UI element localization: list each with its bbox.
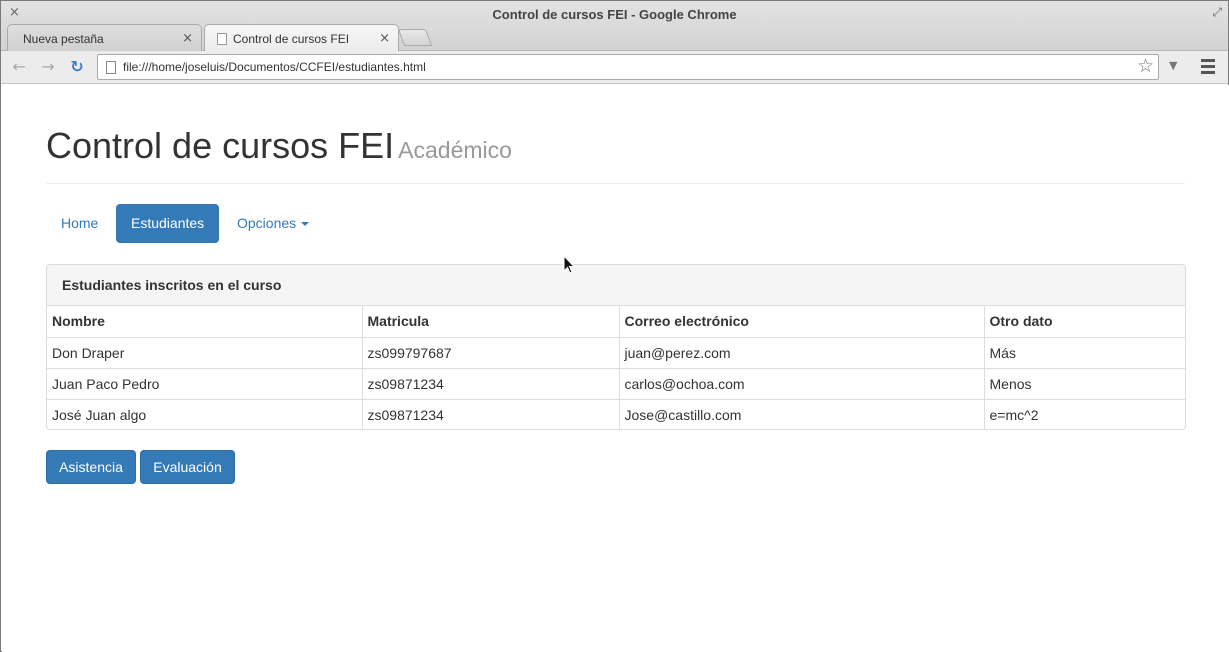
cell-matricula: zs099797687: [362, 337, 620, 369]
window-title: Control de cursos FEI - Google Chrome: [492, 7, 737, 22]
forward-icon[interactable]: →: [37, 56, 59, 78]
page-icon: [217, 33, 227, 45]
tab-nueva-pestana[interactable]: Nueva pestaña ×: [7, 24, 202, 51]
students-panel: Estudiantes inscritos en el curso Nombre…: [46, 264, 1186, 430]
browser-window: × Control de cursos FEI - Google Chrome …: [0, 0, 1229, 652]
column-header: Correo electrónico: [619, 306, 985, 338]
browser-toolbar: ← → ↻ file:///home/joseluis/Documentos/C…: [1, 51, 1228, 84]
cell-nombre: Juan Paco Pedro: [47, 368, 363, 400]
table-row: Don Draper zs099797687 juan@perez.com Má…: [47, 337, 1185, 369]
table-row: José Juan algo zs09871234 Jose@castillo.…: [47, 399, 1185, 429]
new-tab-button[interactable]: [397, 29, 433, 46]
asistencia-button[interactable]: Asistencia: [46, 450, 136, 484]
nav-home[interactable]: Home: [46, 204, 113, 243]
bookmark-star-icon[interactable]: ☆: [1137, 55, 1154, 77]
back-icon[interactable]: ←: [8, 56, 30, 78]
nav-estudiantes[interactable]: Estudiantes: [116, 204, 220, 243]
url-text: file:///home/joseluis/Documentos/CCFEI/e…: [123, 60, 426, 74]
page-title: Control de cursos FEI: [46, 125, 395, 166]
hamburger-menu-icon[interactable]: [1201, 59, 1215, 77]
column-header: Matricula: [362, 306, 620, 338]
tab-close-icon[interactable]: ×: [182, 31, 193, 46]
cell-nombre: José Juan algo: [47, 399, 363, 429]
column-header: Otro dato: [984, 306, 1185, 338]
cell-nombre: Don Draper: [47, 337, 363, 369]
cell-otro-dato: Menos: [984, 368, 1185, 400]
dropdown-arrow-icon[interactable]: ▼: [1169, 59, 1177, 72]
evaluacion-button[interactable]: Evaluación: [140, 450, 235, 484]
title-bar: × Control de cursos FEI - Google Chrome …: [1, 1, 1228, 52]
cell-matricula: zs09871234: [362, 399, 620, 429]
cell-matricula: zs09871234: [362, 368, 620, 400]
page-header: Control de cursos FEI Académico: [46, 125, 1185, 184]
page-icon: [106, 61, 116, 74]
nav-opciones[interactable]: Opciones: [222, 204, 324, 243]
panel-heading: Estudiantes inscritos en el curso: [47, 265, 1185, 306]
caret-down-icon: [301, 222, 310, 227]
tab-close-icon[interactable]: ×: [379, 31, 390, 46]
reload-icon[interactable]: ↻: [66, 56, 88, 78]
students-table: Nombre Matricula Correo electrónico Otro…: [47, 306, 1185, 429]
window-maximize-icon[interactable]: ⤢: [1212, 5, 1222, 20]
cell-correo: juan@perez.com: [619, 337, 985, 369]
page-subtitle: Académico: [398, 137, 512, 163]
page-content: Control de cursos FEI Académico Home Estu…: [2, 85, 1229, 652]
nav-opciones-label: Opciones: [237, 215, 297, 231]
table-row: Juan Paco Pedro zs09871234 carlos@ochoa.…: [47, 368, 1185, 400]
column-header: Nombre: [47, 306, 363, 338]
mouse-cursor-icon: [563, 255, 575, 274]
cell-otro-dato: e=mc^2: [989, 406, 1039, 423]
cell-correo: carlos@ochoa.com: [619, 368, 985, 400]
table-header-row: Nombre Matricula Correo electrónico Otro…: [47, 306, 1185, 338]
cell-otro-dato: Más: [984, 337, 1185, 369]
tab-control-de-cursos[interactable]: Control de cursos FEI ×: [204, 24, 399, 52]
cell-correo: Jose@castillo.com: [619, 399, 985, 429]
address-bar[interactable]: file:///home/joseluis/Documentos/CCFEI/e…: [97, 54, 1159, 80]
tab-label: Nueva pestaña: [23, 32, 104, 46]
tab-label: Control de cursos FEI: [233, 32, 350, 46]
